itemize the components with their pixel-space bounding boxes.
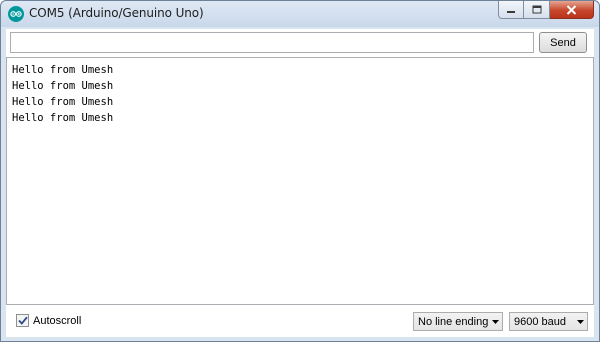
baud-rate-select[interactable]: 9600 baud (509, 312, 588, 331)
line-ending-select[interactable]: No line ending (413, 312, 503, 331)
minimize-icon (507, 10, 515, 13)
arduino-logo-icon (8, 6, 24, 22)
output-line: Hello from Umesh (12, 96, 114, 108)
window-controls (498, 1, 594, 19)
chevron-down-icon (573, 319, 587, 324)
close-icon (566, 4, 577, 15)
serial-input-field[interactable] (10, 32, 534, 53)
autoscroll-checkbox[interactable] (16, 314, 29, 327)
output-line: Hello from Umesh (12, 112, 114, 124)
autoscroll-toggle[interactable]: Autoscroll (16, 314, 81, 327)
title-bar[interactable]: COM5 (Arduino/Genuino Uno) (1, 1, 599, 27)
maximize-icon (532, 5, 541, 14)
output-line: Hello from Umesh (12, 80, 114, 92)
serial-output-area[interactable]: Hello from Umesh Hello from Umesh Hello … (6, 57, 594, 305)
checkmark-icon (17, 316, 28, 325)
line-ending-value: No line ending (418, 315, 489, 328)
output-line: Hello from Umesh (12, 64, 114, 76)
serial-monitor-window: COM5 (Arduino/Genuino Uno) Send Hello fr… (0, 0, 600, 342)
close-button[interactable] (550, 1, 594, 19)
baud-rate-value: 9600 baud (514, 315, 566, 328)
send-button[interactable]: Send (539, 32, 587, 53)
autoscroll-label: Autoscroll (33, 314, 82, 327)
maximize-button[interactable] (524, 1, 550, 19)
send-row: Send (6, 29, 594, 57)
bottom-bar: Autoscroll No line ending 9600 baud (6, 305, 594, 337)
chevron-down-icon (488, 319, 502, 324)
window-title: COM5 (Arduino/Genuino Uno) (29, 6, 204, 20)
minimize-button[interactable] (498, 1, 524, 19)
